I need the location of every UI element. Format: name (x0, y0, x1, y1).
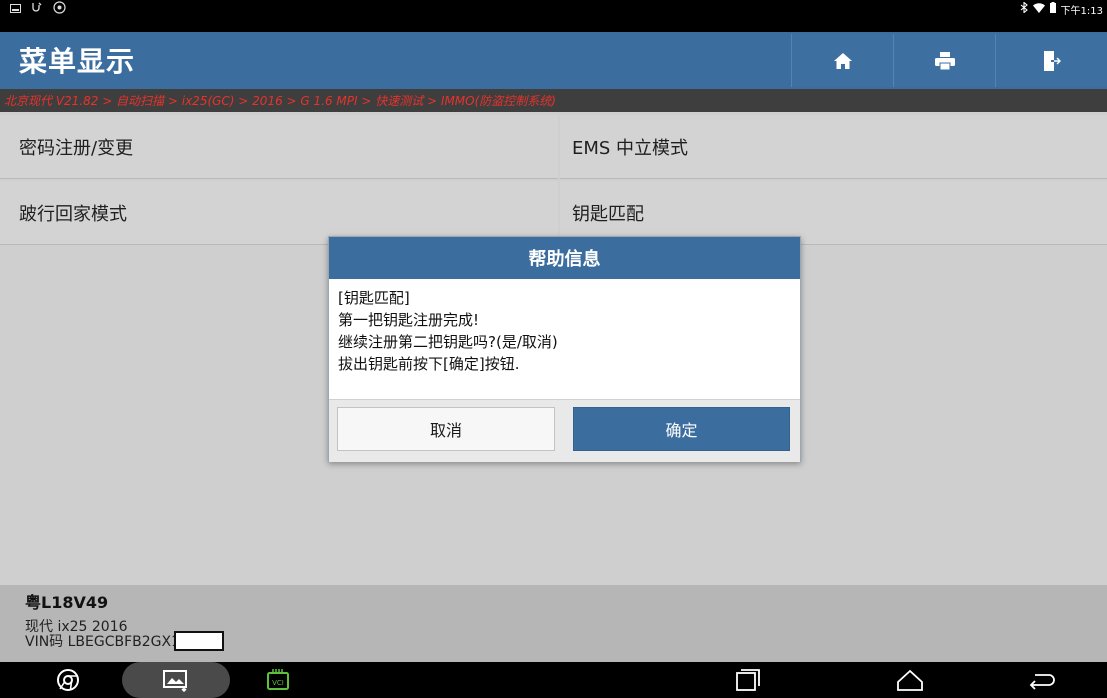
back-button[interactable] (1022, 662, 1062, 698)
dialog-line: 继续注册第二把钥匙吗?(是/取消) (338, 333, 558, 351)
chrome-icon (57, 669, 79, 691)
screenshot-button[interactable] (156, 662, 196, 698)
breadcrumb-text: 北京现代 V21.82 > 自动扫描 > ix25(GC) > 2016 > G… (4, 94, 556, 108)
vin-text: VIN码 LBEGCBFB2GX1 (25, 634, 181, 650)
status-bar: 下午1:13 (0, 0, 1107, 32)
home-outline-icon (897, 669, 923, 691)
license-plate: 粤L18V49 (25, 593, 109, 612)
chrome-button[interactable] (48, 662, 88, 698)
menu-item-ems-neutral-mode[interactable]: EMS 中立模式 (560, 115, 1107, 179)
bluetooth-icon (1020, 1, 1028, 16)
cancel-button[interactable]: 取消 (337, 407, 555, 451)
status-right-icons: 下午1:13 (1020, 0, 1103, 18)
nav-home-button[interactable] (890, 662, 930, 698)
recents-icon (736, 669, 760, 691)
dialog-title: 帮助信息 (329, 237, 800, 279)
dialog-line: 拔出钥匙前按下[确定]按钮. (338, 355, 520, 373)
gallery-icon (10, 2, 21, 16)
print-button[interactable] (893, 34, 995, 87)
dialog-footer: 取消 确定 (329, 399, 800, 462)
vehicle-info-panel: 粤L18V49 现代 ix25 2016 VIN码 LBEGCBFB2GX1 (0, 585, 1107, 662)
vci-icon: VCI (267, 669, 289, 690)
back-icon (1029, 674, 1055, 690)
vci-button[interactable]: VCI (258, 662, 298, 698)
usb-icon (31, 2, 43, 16)
dialog-line: [钥匙匹配] (338, 289, 410, 307)
dialog-body: [钥匙匹配] 第一把钥匙注册完成! 继续注册第二把钥匙吗?(是/取消) 拔出钥匙… (329, 279, 800, 399)
menu-item-label: EMS 中立模式 (572, 137, 689, 159)
recents-button[interactable] (728, 662, 768, 698)
menu-item-label: 钥匙匹配 (572, 203, 644, 225)
menu-item-password-registration[interactable]: 密码注册/变更 (0, 115, 558, 179)
app-header: 菜单显示 (0, 32, 1107, 89)
print-icon (934, 51, 955, 70)
status-left-icons (10, 0, 66, 18)
screenshot-icon (163, 670, 187, 692)
dialog-line: 第一把钥匙注册完成! (338, 311, 480, 329)
wifi-icon (1032, 2, 1045, 16)
battery-icon (1049, 2, 1056, 16)
exit-icon (1044, 50, 1061, 71)
help-dialog: 帮助信息 [钥匙匹配] 第一把钥匙注册完成! 继续注册第二把钥匙吗?(是/取消)… (328, 236, 801, 462)
status-time: 下午1:13 (1060, 5, 1103, 17)
vin-redaction-box (174, 631, 225, 651)
vci-label: VCI (272, 679, 284, 687)
home-button[interactable] (791, 34, 893, 87)
settings-badge-icon (53, 1, 66, 17)
menu-item-label: 跛行回家模式 (19, 203, 127, 225)
vin-row: VIN码 LBEGCBFB2GX1 (25, 631, 225, 651)
home-icon (833, 52, 852, 69)
exit-button[interactable] (995, 34, 1107, 87)
page-title: 菜单显示 (19, 45, 136, 78)
confirm-button[interactable]: 确定 (573, 407, 790, 451)
menu-item-label: 密码注册/变更 (19, 137, 134, 159)
breadcrumb: 北京现代 V21.82 > 自动扫描 > ix25(GC) > 2016 > G… (0, 89, 1107, 112)
